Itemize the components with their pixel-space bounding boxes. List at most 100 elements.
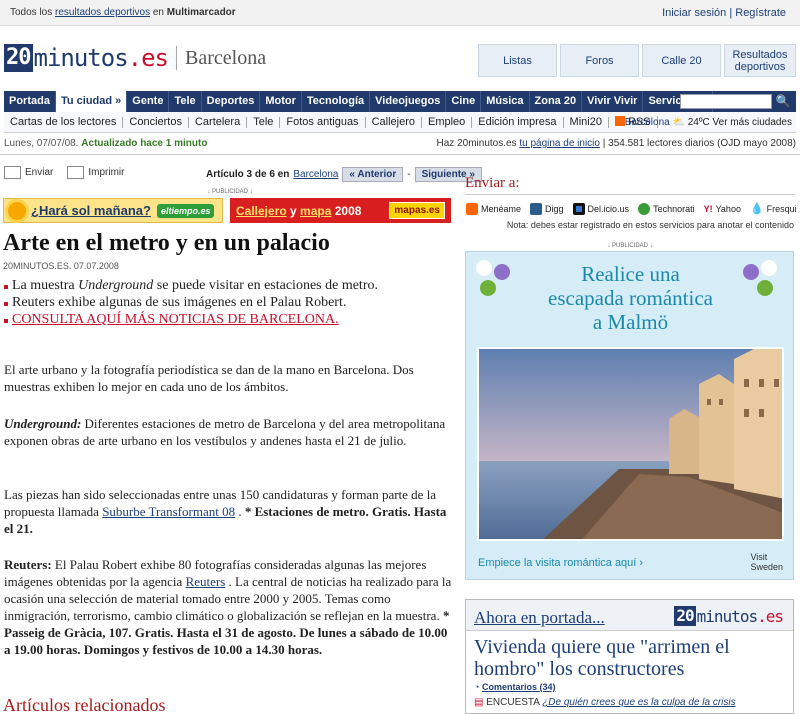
weather-ad-logo: eltiempo.es (156, 203, 215, 218)
header-buttons: Listas Foros Calle 20 Resultados deporti… (478, 44, 796, 77)
article-byline: 20MINUTOS.ES. 07.07.2008 (3, 261, 119, 271)
share-delicious[interactable]: Del.icio.us (572, 202, 629, 215)
top-promo: Todos los resultados deportivos en Multi… (10, 7, 236, 18)
malmo-ad[interactable]: Realice una escapada romántica a Malmö E… (465, 251, 794, 580)
subnav-fotos[interactable]: Fotos antiguas (280, 116, 366, 128)
ad-headline: Realice una escapada romántica a Malmö (466, 262, 795, 334)
subnav-edicion[interactable]: Edición impresa (472, 116, 564, 128)
comments-link[interactable]: ◔ Comentarios (34) (474, 682, 555, 692)
nav-motor[interactable]: Motor (260, 91, 302, 112)
headline-link[interactable]: Vivienda quiere que "arrimen el hombro" … (474, 636, 793, 680)
logo-text: minutos (696, 606, 758, 626)
nav-portada[interactable]: Portada (4, 91, 56, 112)
results-link[interactable]: resultados deportivos (55, 7, 150, 18)
article-position: Artículo 3 de 6 en (206, 169, 290, 180)
city-name: Barcelona (185, 46, 267, 69)
search-icon[interactable]: 🔍 (774, 93, 792, 110)
now-title[interactable]: Ahora en portada... (474, 608, 605, 628)
article-summary: La muestra Underground se puede visitar … (4, 277, 378, 328)
maps-ad-mapa: mapa (300, 203, 332, 218)
subnav-conciertos[interactable]: Conciertos (123, 116, 189, 128)
nav-gente[interactable]: Gente (127, 91, 170, 112)
summary-1-pre: La muestra (12, 278, 79, 293)
nav-tecnologia[interactable]: Tecnología (302, 91, 371, 112)
section-link[interactable]: Barcelona (293, 169, 338, 180)
search-input[interactable] (680, 94, 772, 109)
logo-text: minutos (33, 44, 129, 72)
printer-icon (67, 166, 85, 179)
nav-musica[interactable]: Música (481, 91, 530, 112)
ad-line-3: a Malmö (592, 310, 669, 334)
poll-link[interactable]: ¿De quién crees que es la culpa de la cr… (542, 697, 735, 708)
share-note: Nota: debes estar registrado en estos se… (506, 220, 794, 230)
send-divider (465, 194, 795, 195)
share-digg[interactable]: Digg (530, 202, 564, 215)
article-tools: Enviar Imprimir (4, 166, 124, 179)
logo-number: 20 (674, 606, 696, 626)
share-yahoo[interactable]: Y! Yahoo (704, 202, 741, 215)
subnav-cartelera[interactable]: Cartelera (189, 116, 248, 128)
header-button-foros[interactable]: Foros (560, 44, 639, 77)
nav-tele[interactable]: Tele (169, 91, 202, 112)
share-label: Fresqui (766, 203, 797, 214)
poll-icon: ▤ (474, 697, 484, 708)
nav-videojuegos[interactable]: Videojuegos (370, 91, 447, 112)
article-title: Arte en el metro y en un palacio (3, 230, 330, 256)
site-logo[interactable]: 20 minutos.es Barcelona (4, 42, 266, 74)
share-meneame[interactable]: Menéame (466, 202, 521, 215)
suburbe-link[interactable]: Suburbe Transformant 08 (102, 504, 235, 519)
send-button[interactable]: Enviar (4, 166, 53, 179)
more-news-link[interactable]: CONSULTA AQUÍ MÁS NOTICIAS DE BARCELONA. (12, 312, 339, 327)
malmo-harbor-illustration (479, 349, 782, 539)
nav-deportes[interactable]: Deportes (202, 91, 261, 112)
readers-count: | 354.581 lectores diarios (OJD mayo 200… (602, 138, 796, 149)
now-header: Ahora en portada... 20 minutos.es (466, 600, 793, 631)
account-sep: | (726, 7, 736, 19)
delicious-icon (572, 202, 585, 215)
ad-label: ↓ PUBLICIDAD ↓ (207, 189, 253, 195)
maps-ad-banner[interactable]: Callejero y mapa 2008 mapas.es (230, 198, 451, 223)
sub-nav: Cartas de los lectores Conciertos Cartel… (4, 112, 796, 133)
top-brand: Multimarcador (166, 7, 236, 18)
header-button-listas[interactable]: Listas (478, 44, 557, 77)
visit-word: Visit (750, 552, 768, 562)
nav-cine[interactable]: Cine (446, 91, 482, 112)
homepage-link[interactable]: tu página de inicio (519, 138, 600, 149)
subnav-callejero[interactable]: Callejero (366, 116, 422, 128)
ad-line-1: Realice una (581, 262, 680, 286)
now-logo: 20 minutos.es (674, 606, 784, 626)
nav-tu-ciudad[interactable]: Tu ciudad » (55, 91, 128, 112)
summary-1-em: Underground (78, 278, 154, 293)
subnav-cartas[interactable]: Cartas de los lectores (4, 116, 124, 128)
nav-zona20[interactable]: Zona 20 (530, 91, 583, 112)
weather-ad-banner[interactable]: ¿Hará sol mañana? eltiempo.es (3, 198, 223, 223)
subnav-mini20[interactable]: Mini20 (564, 116, 609, 128)
weather-widget[interactable]: Barcelona ⛅ 24ºC Ver más ciudades (625, 117, 792, 128)
login-link[interactable]: Iniciar sesión (662, 7, 726, 19)
summary-1-post: se puede visitar en estaciones de metro. (153, 278, 378, 293)
share-technorati[interactable]: Technorati (638, 202, 695, 215)
ad-cta[interactable]: Empiece la visita romántica aquí › (478, 557, 643, 569)
account-links: Iniciar sesión | Regístrate (662, 7, 786, 19)
register-link[interactable]: Regístrate (735, 7, 786, 19)
article-paragraph: Las piezas han sido seleccionadas entre … (4, 486, 456, 537)
header-button-calle20[interactable]: Calle 20 (642, 44, 721, 77)
prev-button[interactable]: « Anterior (342, 167, 404, 182)
status-bar: Lunes, 07/07/08. Actualizado hace 1 minu… (4, 138, 796, 149)
share-fresqui[interactable]: 💧 Fresqui (750, 202, 797, 215)
fresqui-icon: 💧 (749, 203, 764, 215)
maps-ad-callejero: Callejero (236, 203, 287, 218)
nav-vivir-vivir[interactable]: Vivir Vivir (582, 91, 644, 112)
subnav-empleo[interactable]: Empleo (422, 116, 473, 128)
reuters-link[interactable]: Reuters (186, 574, 226, 589)
share-label: Technorati (653, 203, 695, 214)
logo-word: minutos.es (33, 44, 170, 72)
sun-icon (8, 201, 26, 220)
header-button-resultados[interactable]: Resultados deportivos (724, 44, 796, 77)
maps-ad-text: Callejero y mapa 2008 (236, 204, 361, 218)
print-button[interactable]: Imprimir (67, 166, 124, 179)
summary-item: Reuters exhibe algunas de sus imágenes e… (4, 294, 378, 311)
logo-number: 20 (4, 44, 33, 72)
paragraph-lead: Reuters: (4, 557, 52, 572)
subnav-tele[interactable]: Tele (247, 116, 281, 128)
